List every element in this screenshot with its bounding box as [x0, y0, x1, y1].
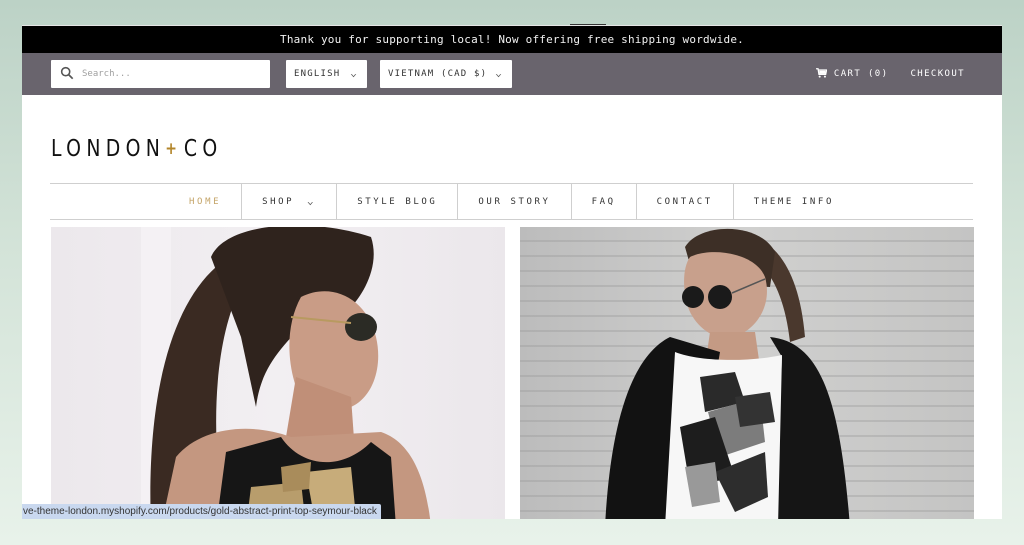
link-hover-status-url: ve-theme-london.myshopify.com/products/g… [22, 504, 381, 519]
chevron-down-icon: ⌄ [495, 69, 504, 79]
language-select[interactable]: ENGLISH ⌄ [286, 60, 367, 88]
search-box[interactable] [51, 60, 270, 88]
nav-label: CONTACT [656, 196, 713, 207]
nav-item-home[interactable]: HOME [169, 184, 241, 219]
nav-label: FAQ [591, 196, 616, 207]
chevron-down-icon: ⌄ [350, 69, 359, 79]
hero-image-left[interactable] [51, 227, 505, 519]
announcement-bar: Thank you for supporting local! Now offe… [22, 26, 1002, 53]
logo-text-left: LONDON [51, 136, 166, 162]
nav-label: STYLE BLOG [357, 196, 438, 207]
storefront-page: Thank you for supporting local! Now offe… [22, 25, 1002, 519]
logo-plus: + [165, 139, 183, 159]
search-icon [60, 65, 74, 84]
cart-label: CART (0) [833, 69, 889, 79]
hero-left-illustration [141, 227, 431, 519]
nav-item-style-blog[interactable]: STYLE BLOG [336, 184, 457, 219]
nav-item-theme-info[interactable]: THEME INFO [732, 184, 854, 219]
country-selected: VIETNAM (CAD $) [388, 69, 488, 79]
main-navigation: HOME SHOP ⌄ STYLE BLOG OUR STORY FAQ CON… [50, 183, 973, 220]
nav-label: OUR STORY [478, 196, 551, 207]
cart-area: CART (0) CHECKOUT [815, 53, 965, 95]
nav-item-contact[interactable]: CONTACT [635, 184, 733, 219]
nav-item-faq[interactable]: FAQ [570, 184, 636, 219]
language-selected: ENGLISH [294, 69, 341, 79]
chevron-down-icon: ⌄ [306, 196, 318, 207]
cart-link[interactable]: CART (0) [815, 67, 889, 81]
nav-label: SHOP [262, 196, 295, 207]
nav-label: THEME INFO [753, 196, 834, 207]
checkout-link[interactable]: CHECKOUT [910, 69, 965, 79]
top-utility-bar: ENGLISH ⌄ VIETNAM (CAD $) ⌄ CART (0) CHE… [22, 53, 1002, 95]
announcement-text: Thank you for supporting local! Now offe… [280, 33, 744, 46]
cart-icon [815, 67, 828, 81]
country-currency-select[interactable]: VIETNAM (CAD $) ⌄ [380, 60, 512, 88]
nav-item-our-story[interactable]: OUR STORY [457, 184, 570, 219]
store-logo[interactable]: LONDON + CO [51, 136, 223, 162]
logo-text-right: CO [183, 136, 223, 162]
hero-right-illustration [605, 228, 850, 519]
nav-item-shop[interactable]: SHOP ⌄ [241, 184, 336, 219]
nav-label: HOME [189, 196, 222, 207]
hero-image-right[interactable] [520, 227, 974, 519]
search-input[interactable] [82, 69, 262, 79]
